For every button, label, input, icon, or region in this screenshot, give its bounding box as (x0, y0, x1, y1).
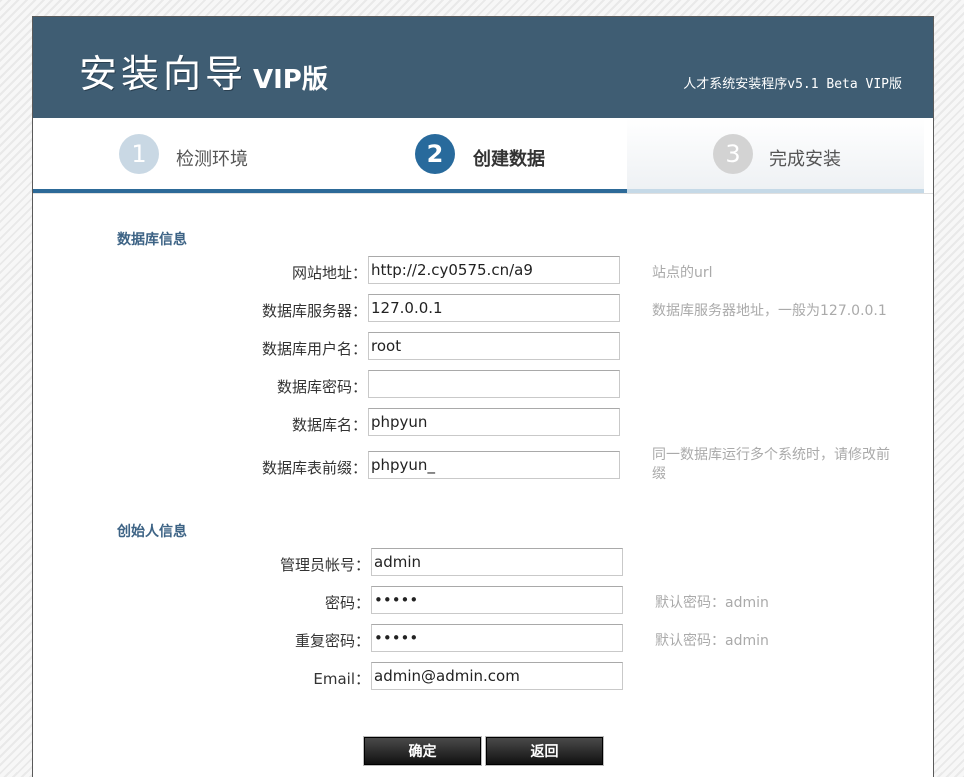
db-user-input[interactable] (368, 332, 620, 360)
installer-panel: 安装向导 VIP版 人才系统安装程序v5.1 Beta VIP版 1 检测环境 … (32, 16, 934, 777)
db-host-hint: 数据库服务器地址，一般为127.0.0.1 (652, 303, 887, 319)
db-host-input[interactable] (368, 294, 620, 322)
site-url-row: 网站地址： (33, 256, 367, 286)
step-number-2: 2 (415, 134, 455, 174)
site-url-label: 网站地址： (291, 264, 367, 282)
admin-pass-input[interactable] (371, 586, 623, 614)
db-prefix-row: 数据库表前缀： (33, 451, 367, 481)
step-progress: 1 检测环境 2 创建数据 3 完成安装 (33, 118, 933, 193)
step-create-data: 2 创建数据 (330, 118, 627, 193)
back-button[interactable]: 返回 (486, 737, 603, 765)
db-prefix-input[interactable] (368, 451, 620, 479)
admin-pass2-row: 重复密码： (33, 624, 370, 654)
admin-pass-hint: 默认密码：admin (655, 595, 769, 611)
admin-email-label: Email： (313, 670, 370, 688)
db-user-label: 数据库用户名： (261, 340, 367, 358)
step-label-1: 检测环境 (176, 149, 248, 170)
divider (33, 193, 933, 194)
admin-pass-row: 密码： (33, 586, 370, 616)
admin-user-label: 管理员帐号： (279, 556, 370, 574)
confirm-button[interactable]: 确定 (364, 737, 481, 765)
admin-pass2-hint: 默认密码：admin (655, 633, 769, 649)
admin-email-input[interactable] (371, 662, 623, 690)
db-user-row: 数据库用户名： (33, 332, 367, 362)
admin-email-row: Email： (33, 662, 370, 692)
db-prefix-label: 数据库表前缀： (261, 459, 367, 477)
db-prefix-hint: 同一数据库运行多个系统时，请修改前缀 (652, 447, 890, 482)
logo-vip-badge: VIP版 (253, 65, 328, 95)
site-url-hint: 站点的url (652, 265, 713, 281)
db-pass-label: 数据库密码： (276, 378, 367, 396)
admin-pass-label: 密码： (324, 594, 370, 612)
db-pass-input[interactable] (368, 370, 620, 398)
admin-pass2-label: 重复密码： (294, 632, 370, 650)
db-name-row: 数据库名： (33, 408, 367, 438)
admin-user-row: 管理员帐号： (33, 548, 370, 578)
admin-pass2-input[interactable] (371, 624, 623, 652)
db-name-input[interactable] (368, 408, 620, 436)
site-url-input[interactable] (368, 256, 620, 284)
installer-subtitle: 人才系统安装程序v5.1 Beta VIP版 (683, 77, 902, 92)
db-section-title: 数据库信息 (117, 232, 187, 248)
step-number-3: 3 (713, 134, 753, 174)
db-host-row: 数据库服务器： (33, 294, 367, 324)
step-finish: 3 完成安装 (627, 118, 924, 193)
step-label-2: 创建数据 (473, 149, 545, 170)
logo-text: 安装向导 (79, 52, 248, 96)
step-number-1: 1 (119, 134, 159, 174)
step-check-env: 1 检测环境 (33, 118, 330, 193)
db-pass-row: 数据库密码： (33, 370, 367, 400)
admin-user-input[interactable] (371, 548, 623, 576)
step-label-3: 完成安装 (769, 149, 841, 170)
header-banner: 安装向导 VIP版 人才系统安装程序v5.1 Beta VIP版 (33, 17, 933, 118)
db-host-label: 数据库服务器： (261, 302, 367, 320)
db-name-label: 数据库名： (291, 416, 367, 434)
admin-section-title: 创始人信息 (117, 524, 187, 540)
